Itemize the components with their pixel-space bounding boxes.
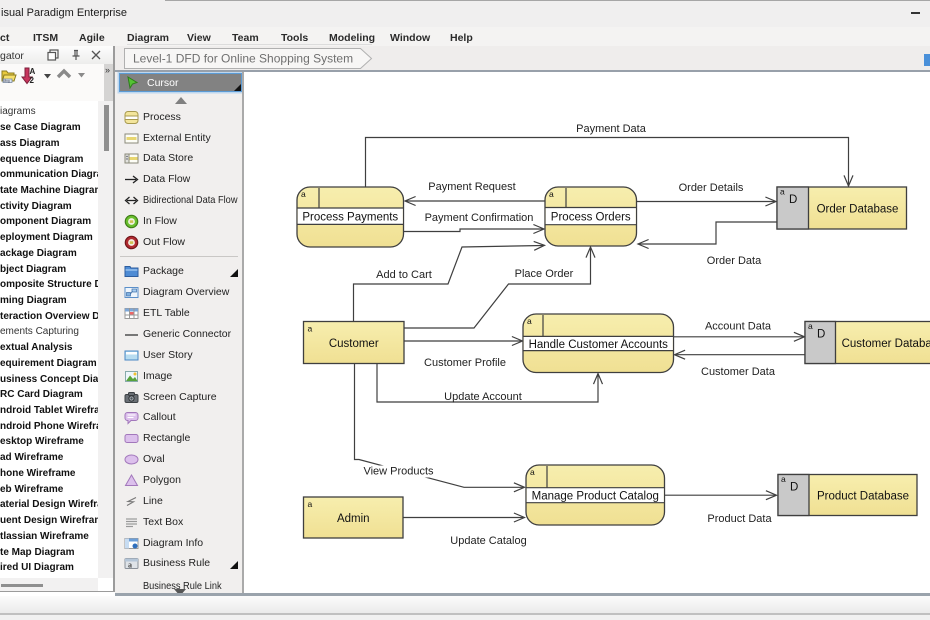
svg-text:Product Database: Product Database [817, 491, 909, 503]
svg-text:D: D [789, 194, 797, 206]
svg-text:a: a [781, 474, 786, 484]
svg-text:Customer Data: Customer Data [701, 366, 776, 378]
svg-text:Order Details: Order Details [679, 182, 744, 194]
svg-text:a: a [308, 324, 313, 334]
svg-text:a: a [808, 321, 813, 331]
svg-text:Payment Request: Payment Request [428, 181, 515, 193]
svg-text:Handle Customer Accounts: Handle Customer Accounts [529, 339, 669, 351]
svg-text:a: a [308, 499, 313, 509]
svg-text:Add to Cart: Add to Cart [376, 269, 432, 281]
svg-text:a: a [780, 187, 785, 197]
svg-text:Admin: Admin [337, 513, 370, 525]
svg-text:Level-1 DFD for Online Shoppin: Level-1 DFD for Online Shopping System [133, 52, 353, 66]
svg-text:2: 2 [30, 76, 35, 85]
svg-text:a: a [549, 189, 554, 199]
svg-text:Product Data: Product Data [707, 513, 772, 525]
svg-text:D: D [790, 482, 798, 494]
svg-text:Manage Product Catalog: Manage Product Catalog [532, 491, 659, 503]
svg-text:Payment Data: Payment Data [576, 123, 647, 135]
svg-text:Order Database: Order Database [817, 204, 899, 216]
svg-text:Customer: Customer [329, 338, 379, 350]
svg-text:a: a [527, 316, 532, 326]
svg-text:Account Data: Account Data [705, 321, 772, 333]
svg-text:a: a [128, 561, 132, 570]
svg-text:View Products: View Products [363, 466, 434, 478]
svg-text:Place Order: Place Order [515, 268, 574, 280]
svg-text:Payment Confirmation: Payment Confirmation [425, 212, 534, 224]
svg-text:Customer Database: Customer Database [842, 338, 930, 350]
svg-text:Process Payments: Process Payments [302, 212, 398, 224]
svg-text:Customer Profile: Customer Profile [424, 357, 506, 369]
svg-text:Update Catalog: Update Catalog [450, 535, 526, 547]
svg-text:Mng: Mng [4, 79, 10, 83]
svg-text:a: a [301, 189, 306, 199]
svg-text:Update Account: Update Account [444, 391, 522, 403]
svg-text:a: a [530, 467, 535, 477]
svg-text:Order Data: Order Data [707, 255, 762, 267]
svg-text:A: A [30, 67, 36, 76]
svg-text:D: D [817, 329, 825, 341]
svg-text:Process Orders: Process Orders [551, 212, 631, 224]
